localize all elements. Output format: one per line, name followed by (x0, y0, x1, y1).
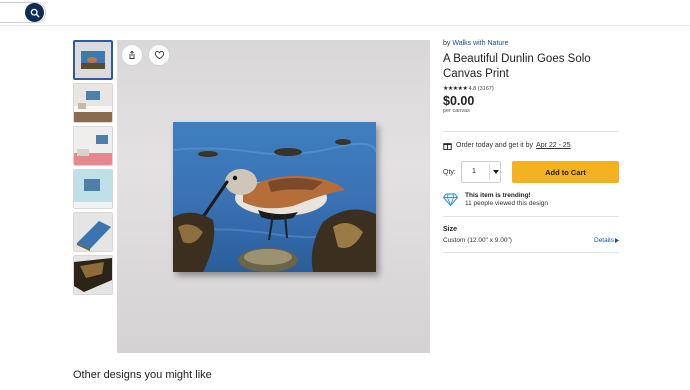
thumbnail-2[interactable] (73, 83, 113, 123)
qty-value: 1 (472, 168, 476, 175)
delivery-row: Order today and get it by Apr 22 - 25 (443, 141, 571, 150)
product-title: A Beautiful Dunlin Goes Solo Canvas Prin… (443, 53, 591, 80)
rating-text: 4.8 (3167) (468, 86, 494, 92)
favorite-button[interactable] (148, 44, 170, 66)
thumbnail-image (75, 42, 111, 78)
trending-row: This item is trending! 11 people viewed … (443, 192, 548, 207)
divider (443, 252, 619, 253)
size-details-link[interactable]: Details (594, 237, 619, 244)
purchase-row: Qty: 1 Add to Cart (443, 161, 619, 183)
thumbnail-image (74, 256, 112, 294)
rating-row[interactable]: ★★★★★ 4.8 (3167) (443, 85, 619, 92)
qty-separator (489, 164, 490, 180)
thumbnail-image (74, 170, 112, 208)
divider (443, 131, 619, 132)
heart-icon (154, 51, 164, 60)
diamond-icon (443, 193, 458, 206)
price: $0.00 (443, 94, 475, 108)
size-value: Custom (12.00" x 9.00") (443, 237, 512, 244)
thumbnail-5[interactable] (73, 212, 113, 252)
qty-label: Qty: (443, 168, 456, 176)
gift-icon (443, 143, 452, 150)
other-designs-heading: Other designs you might like (73, 369, 212, 381)
seller-line: by Walks with Nature (443, 40, 619, 47)
delivery-text: Order today and get it by (456, 142, 534, 149)
size-label: Size (443, 226, 458, 233)
thumbnail-image (74, 84, 112, 122)
price-unit: per canvas (443, 108, 470, 114)
thumbnail-image (74, 127, 112, 165)
thumbnail-4[interactable] (73, 169, 113, 209)
details-label: Details (594, 237, 614, 244)
trending-text: This item is trending! 11 people viewed … (465, 192, 548, 207)
main-product-image[interactable] (117, 40, 430, 353)
canvas-print-image (173, 122, 376, 272)
thumbnail-gallery (73, 40, 113, 298)
dunlin-photo (173, 122, 376, 272)
chevron-down-icon (493, 170, 499, 174)
seller-prefix: by (443, 40, 451, 47)
divider (443, 216, 619, 217)
delivery-date[interactable]: Apr 22 - 25 (536, 142, 571, 149)
thumbnail-3[interactable] (73, 126, 113, 166)
qty-select[interactable]: 1 (461, 161, 501, 183)
thumbnail-6[interactable] (73, 255, 113, 295)
chevron-right-icon (614, 238, 619, 243)
share-icon (129, 50, 135, 59)
thumbnail-image (74, 213, 112, 251)
top-bar (0, 0, 690, 26)
add-to-cart-button[interactable]: Add to Cart (512, 161, 619, 183)
rating-stars: ★★★★★ (443, 86, 468, 92)
trending-subtitle: 11 people viewed this design (465, 200, 548, 207)
search-button[interactable] (25, 3, 44, 22)
share-button[interactable] (121, 44, 143, 66)
trending-title: This item is trending! (465, 192, 531, 199)
thumbnail-1[interactable] (73, 40, 113, 80)
product-info-panel: by Walks with Nature A Beautiful Dunlin … (443, 40, 619, 114)
search-icon (30, 8, 40, 18)
seller-link[interactable]: Walks with Nature (452, 40, 508, 47)
